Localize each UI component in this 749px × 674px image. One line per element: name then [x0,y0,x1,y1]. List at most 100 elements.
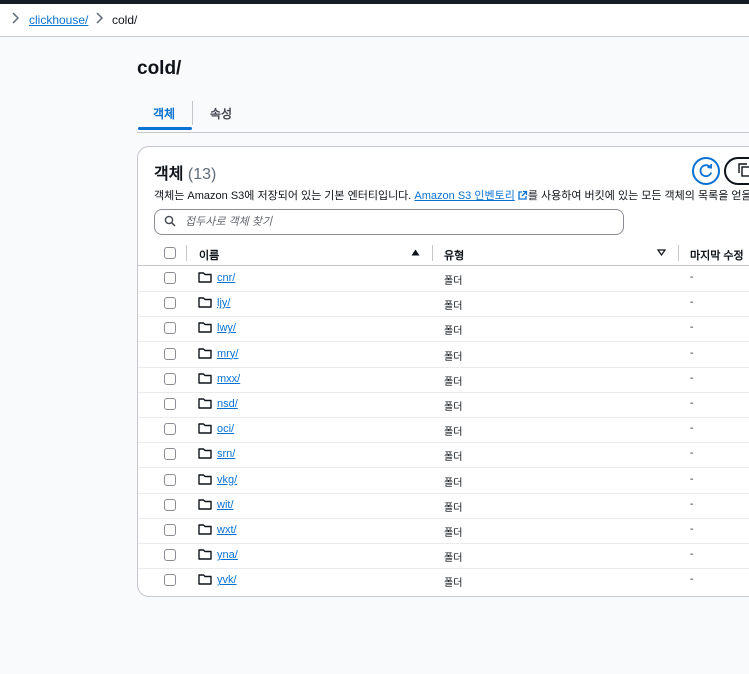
copy-url-button[interactable] [724,157,749,185]
object-name-link[interactable]: yna/ [217,549,238,561]
description-text: 객체는 Amazon S3에 저장되어 있는 기본 엔터티입니다. [154,190,415,202]
objects-heading: 객체 (13) [154,160,216,184]
table-row: wit/폴더 - [138,493,749,519]
folder-icon [198,499,212,510]
object-last-modified: - [690,574,694,586]
objects-count: (13) [187,166,217,183]
sort-ascending-icon[interactable] [411,249,420,256]
objects-description: 객체는 Amazon S3에 저장되어 있는 기본 엔터티입니다. Amazon… [154,187,749,203]
object-name-link[interactable]: srn/ [217,448,235,460]
object-last-modified: - [690,297,694,309]
object-name-link[interactable]: ljy/ [217,297,230,309]
object-last-modified: - [690,549,694,561]
folder-icon [198,347,212,359]
table-row: yvk/폴더 - [138,568,749,593]
folder-icon [198,322,212,334]
object-name-link[interactable]: wxt/ [217,524,237,536]
object-type: 폴더 [444,276,463,287]
folder-icon [198,524,212,535]
row-checkbox[interactable] [164,448,176,461]
external-link-icon [518,190,527,200]
row-checkbox[interactable] [164,297,176,310]
object-last-modified: - [690,498,694,510]
object-name-link[interactable]: lwy/ [217,322,236,334]
select-all-checkbox[interactable] [164,247,176,259]
search-field[interactable] [154,209,624,235]
folder-icon [198,297,212,308]
table-row: wxt/폴더 - [138,518,749,544]
table-row: cnr/폴더 - [138,266,749,292]
chevron-right-icon [96,12,104,24]
object-name-link[interactable]: yvk/ [217,574,237,586]
table-row: vkg/폴더 - [138,468,749,494]
object-type: 폴더 [444,452,463,464]
row-checkbox[interactable] [164,272,176,284]
object-type: 폴더 [444,427,463,439]
object-name-link[interactable]: mxx/ [217,373,240,385]
row-checkbox[interactable] [164,398,176,410]
table-header: 이름 유형 마지막 수정 [138,241,749,266]
object-last-modified: - [690,398,694,409]
object-name-link[interactable]: wit/ [217,499,234,511]
column-divider [186,245,187,261]
object-type: 폴더 [444,301,463,313]
row-checkbox[interactable] [164,322,176,335]
column-divider [432,245,433,261]
row-checkbox[interactable] [164,372,176,385]
row-checkbox[interactable] [164,423,176,436]
tab-divider [192,101,193,125]
object-last-modified: - [690,322,694,334]
object-type: 폴더 [444,502,463,514]
refresh-button[interactable] [692,157,720,185]
folder-icon [198,473,212,485]
column-header-name[interactable]: 이름 [199,247,219,263]
table-row: lwy/폴더 - [138,316,749,343]
table-row: mry/폴더 - [138,342,749,368]
page-title: cold/ [137,58,182,79]
objects-panel: 객체 (13) 객체는 Amazon S3에 저장되어 있는 기본 엔터티입니다… [137,146,749,597]
object-last-modified: - [690,423,694,435]
breadcrumb-item-cold: cold/ [112,13,138,27]
object-last-modified: - [690,448,694,460]
tab-objects[interactable]: 객체 [153,105,175,122]
breadcrumb-item-clickhouse[interactable]: clickhouse/ [29,13,88,27]
row-checkbox[interactable] [164,574,176,587]
object-name-link[interactable]: oci/ [217,423,234,435]
object-type: 폴더 [444,351,463,363]
table-row: yna/폴더 - [138,543,749,570]
column-header-type[interactable]: 유형 [444,247,464,263]
inventory-link[interactable]: Amazon S3 인벤토리 [414,190,514,202]
object-name-link[interactable]: nsd/ [217,398,238,410]
tab-properties[interactable]: 속성 [210,105,232,122]
object-last-modified: - [690,347,694,359]
row-checkbox[interactable] [164,347,176,360]
object-type: 폴더 [444,326,463,338]
folder-icon [198,448,212,460]
column-divider [678,245,679,261]
search-input[interactable] [183,210,617,234]
object-last-modified: - [690,372,694,384]
row-checkbox[interactable] [164,524,176,536]
copy-icon [738,163,749,177]
table-row: ljy/폴더 - [138,291,749,318]
object-type: 폴더 [444,376,463,388]
table-row: nsd/폴더 - [138,392,749,418]
folder-icon [198,398,212,409]
search-icon [164,215,176,227]
tab-active-indicator [138,127,192,130]
row-checkbox[interactable] [164,473,176,486]
chevron-right-icon [12,12,20,24]
column-header-last-modified[interactable]: 마지막 수정 [690,247,744,263]
table-row: mxx/폴더 - [138,367,749,393]
folder-icon [198,423,212,434]
folder-icon [198,549,212,560]
row-checkbox[interactable] [164,549,176,562]
row-checkbox[interactable] [164,498,176,511]
object-name-link[interactable]: cnr/ [217,272,235,284]
tab-bar: 객체 속성 [137,98,749,133]
object-name-link[interactable]: mry/ [217,348,238,360]
objects-heading-label: 객체 [154,166,184,183]
object-name-link[interactable]: vkg/ [217,474,237,486]
object-last-modified: - [690,524,694,535]
sort-descending-icon[interactable] [657,249,666,256]
